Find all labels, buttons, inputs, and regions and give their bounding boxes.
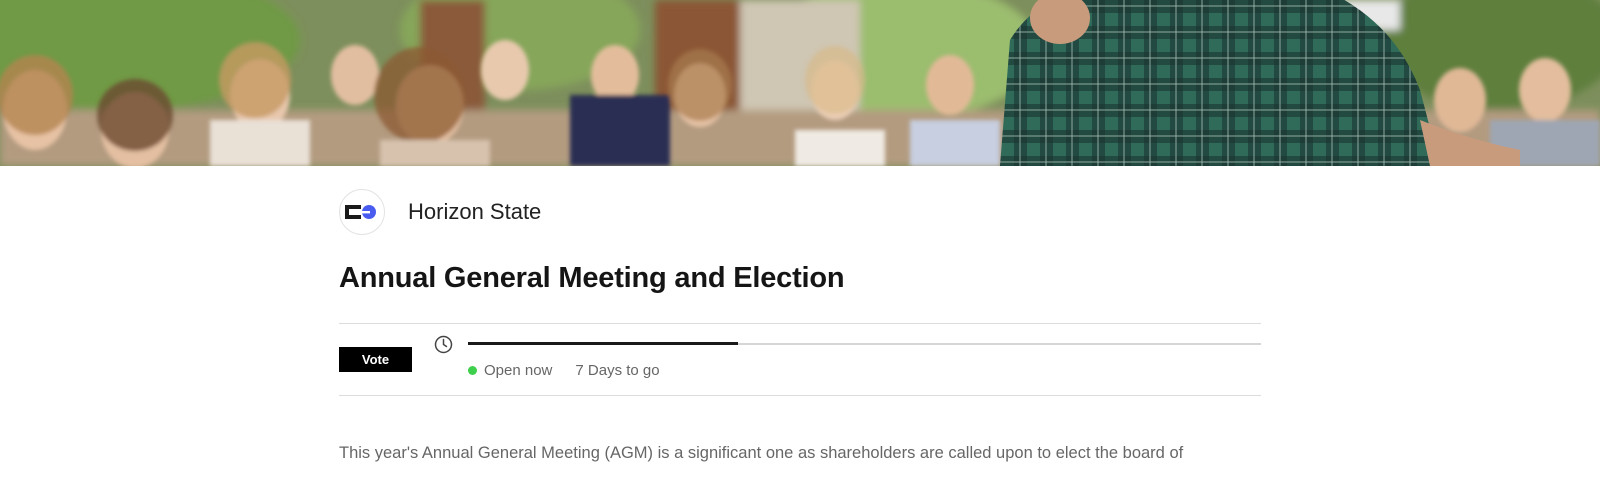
status-indicator-dot — [468, 366, 477, 375]
status-text: Open now — [484, 362, 553, 379]
divider-bottom — [339, 395, 1261, 396]
vote-button[interactable]: Vote — [339, 347, 412, 372]
organization-header: Horizon State — [339, 189, 541, 235]
time-progress-fill — [468, 342, 738, 345]
horizon-state-logo-icon[interactable] — [339, 189, 385, 235]
poll-title: Annual General Meeting and Election — [339, 262, 845, 294]
clock-icon — [434, 335, 453, 354]
poll-status: Open now 7 Days to go — [468, 362, 660, 379]
time-progress-bar — [468, 342, 1261, 345]
hero-banner-image — [0, 0, 1600, 166]
organization-name[interactable]: Horizon State — [408, 199, 541, 225]
poll-description: This year's Annual General Meeting (AGM)… — [339, 444, 1184, 462]
audience-photo-illustration — [0, 0, 1600, 166]
time-remaining: 7 Days to go — [575, 362, 660, 379]
divider-top — [339, 323, 1261, 324]
